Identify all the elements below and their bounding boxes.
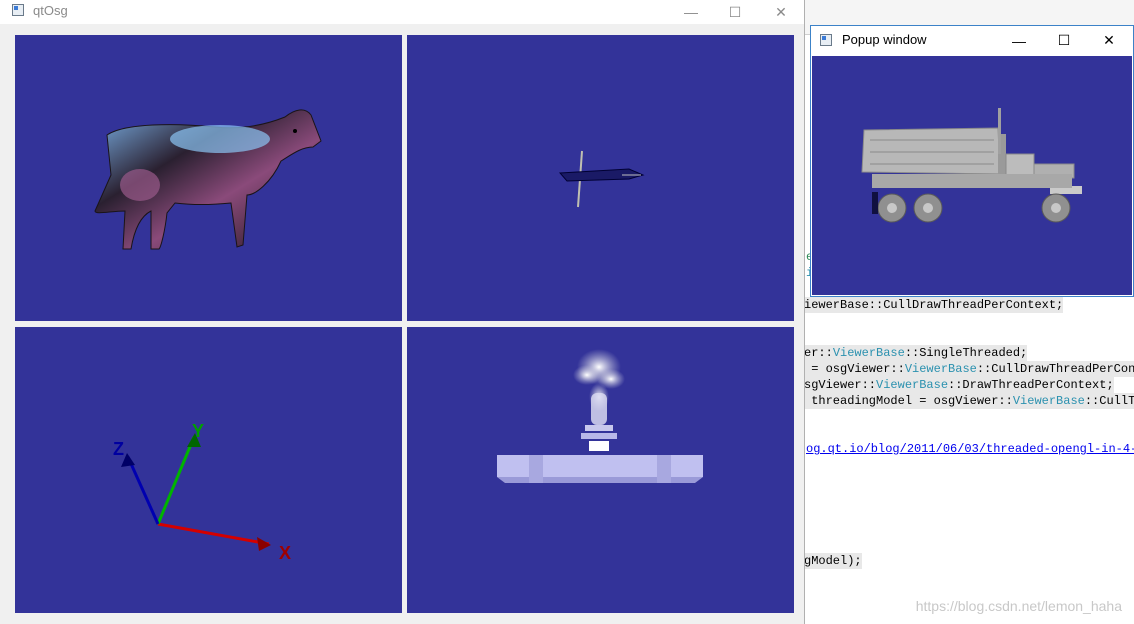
maximize-button[interactable]: ☐ — [712, 0, 758, 24]
code-line: gModel); — [804, 553, 862, 569]
axes-model: X Y Z — [113, 421, 291, 563]
maximize-button[interactable]: ☐ — [1041, 26, 1087, 55]
x-axis-arrow — [257, 537, 271, 551]
code-line: iewerBase::CullDrawThreadPerContext; — [804, 297, 1064, 313]
minimize-button[interactable]: — — [996, 26, 1042, 55]
close-button[interactable]: ✕ — [1086, 26, 1132, 55]
window-title: qtOsg — [33, 3, 68, 18]
code-line: threadingModel = osgViewer::ViewerBase::… — [804, 393, 1134, 409]
viewport-axes[interactable]: X Y Z — [15, 327, 402, 613]
minimize-button[interactable]: — — [668, 0, 714, 24]
x-axis-label: X — [279, 543, 291, 563]
watermark: https://blog.csdn.net/lemon_haha — [915, 598, 1122, 614]
app-window-icon — [12, 4, 24, 16]
app-window-icon — [820, 34, 832, 46]
dumptruck-model — [861, 108, 1082, 223]
main-titlebar[interactable]: qtOsg — ☐ ✕ — [0, 0, 804, 24]
popup-window: Popup window — ☐ ✕ — [810, 25, 1134, 297]
popup-titlebar[interactable]: Popup window — ☐ ✕ — [811, 26, 1133, 55]
code-line: = osgViewer::ViewerBase::CullDrawThreadP… — [804, 361, 1134, 377]
z-axis-label: Z — [113, 439, 124, 459]
viewport-glider[interactable] — [407, 35, 794, 321]
code-line: sgViewer::ViewerBase::DrawThreadPerConte… — [804, 377, 1114, 393]
code-line: er::ViewerBase::SingleThreaded; — [804, 345, 1028, 361]
close-button[interactable]: ✕ — [758, 0, 804, 24]
popup-title: Popup window — [842, 32, 927, 47]
viewport-fountain[interactable] — [407, 327, 794, 613]
viewport-dumptruck[interactable] — [812, 56, 1132, 295]
code-link[interactable]: og.qt.io/blog/2011/06/03/threaded-opengl… — [806, 441, 1134, 457]
glider-model — [558, 150, 645, 208]
y-axis-label: Y — [192, 421, 204, 441]
fountain-model — [497, 349, 703, 483]
cow-model — [94, 109, 322, 250]
viewport-cow[interactable] — [15, 35, 402, 321]
main-window: qtOsg — ☐ ✕ X Y Z — [0, 0, 805, 624]
